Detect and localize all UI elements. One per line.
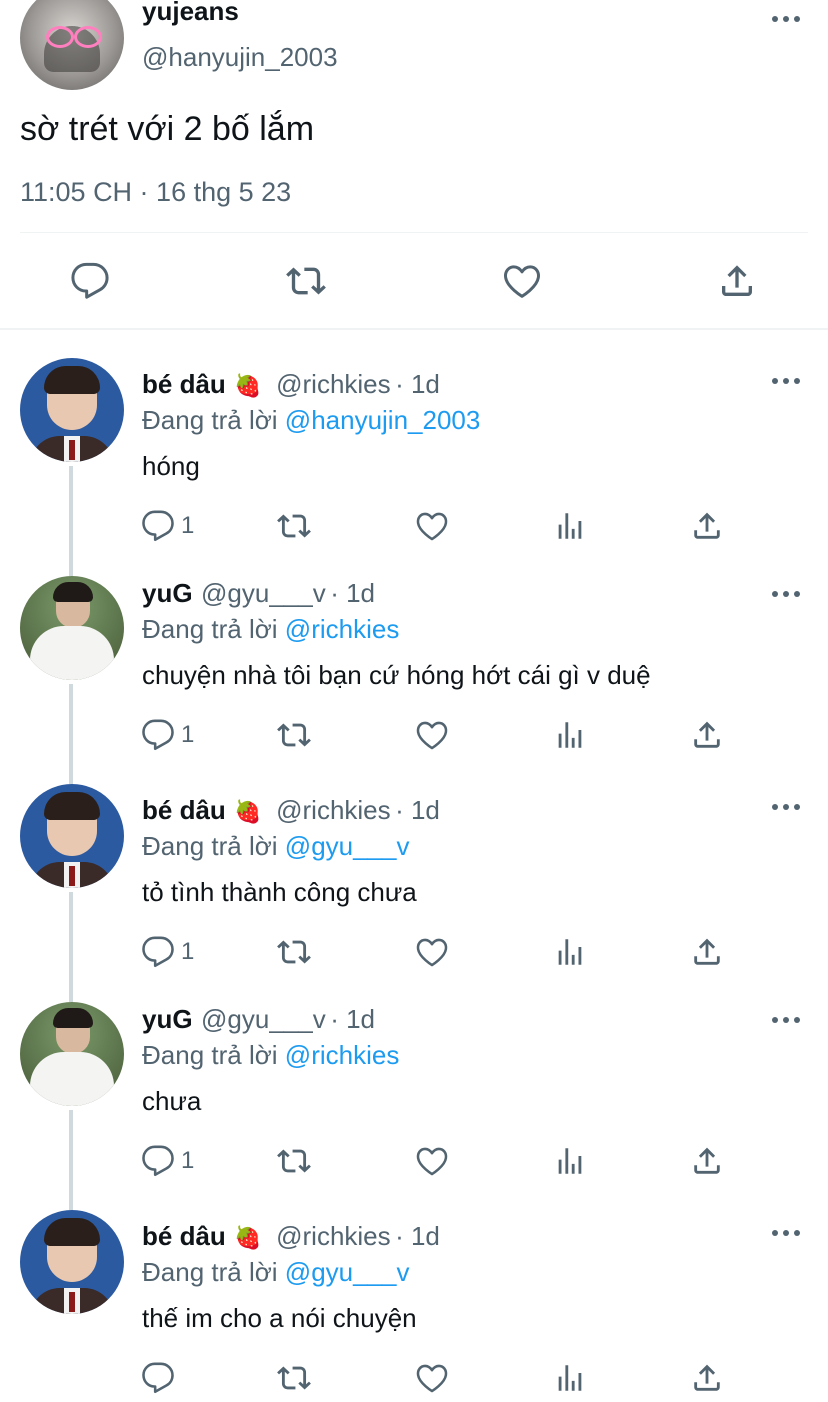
more-icon[interactable] [772, 589, 802, 599]
retweet-icon[interactable] [277, 509, 311, 543]
replying-to-prefix: Đang trả lời [142, 1257, 278, 1287]
avatar-yujeans[interactable] [20, 0, 124, 90]
views-icon[interactable] [553, 1361, 587, 1395]
divider [20, 232, 808, 233]
replying-to-prefix: Đang trả lời [142, 1040, 278, 1070]
share-icon[interactable] [690, 1361, 724, 1395]
share-icon[interactable] [690, 509, 724, 543]
reply-handle[interactable]: @richkies [276, 369, 391, 399]
replying-to-handle[interactable]: @gyu___v [285, 831, 410, 861]
reply-icon[interactable] [141, 1361, 175, 1395]
avatar-be-dau[interactable] [20, 1210, 124, 1314]
replying-to-handle[interactable]: @richkies [285, 614, 400, 644]
replying-to: Đang trả lời @richkies [142, 1038, 399, 1072]
avatar-yug[interactable] [20, 1002, 124, 1106]
more-icon[interactable] [772, 802, 802, 812]
reply-display-name[interactable]: yuG [142, 1004, 193, 1034]
share-icon[interactable] [690, 718, 724, 752]
reply-count: 1 [181, 1147, 195, 1174]
reply-count: 1 [181, 512, 195, 539]
reply-icon[interactable] [70, 261, 110, 301]
strawberry-emoji: 🍓 [234, 373, 262, 398]
reply-icon[interactable] [141, 718, 175, 752]
more-icon[interactable] [772, 1015, 802, 1025]
reply-icon[interactable] [141, 935, 175, 969]
strawberry-emoji: 🍓 [234, 1225, 262, 1250]
replying-to: Đang trả lời @gyu___v [142, 829, 410, 863]
reply-icon[interactable] [141, 1144, 175, 1178]
reply-display-name[interactable]: yuG [142, 578, 193, 608]
main-tweet-text: sờ trét với 2 bố lắm [20, 110, 315, 148]
more-icon[interactable] [772, 376, 802, 386]
thread-line [69, 684, 73, 784]
reply-display-name[interactable]: bé dâu [142, 1221, 226, 1251]
reply-handle[interactable]: @gyu___v [201, 578, 326, 608]
retweet-icon[interactable] [277, 1144, 311, 1178]
like-icon[interactable] [415, 935, 449, 969]
reply-time[interactable]: · 1d [330, 1004, 375, 1034]
retweet-icon[interactable] [277, 718, 311, 752]
replying-to-prefix: Đang trả lời [142, 405, 278, 435]
replying-to-prefix: Đang trả lời [142, 614, 278, 644]
reply-display-name[interactable]: bé dâu [142, 369, 226, 399]
like-icon[interactable] [415, 1361, 449, 1395]
thread-line [69, 1110, 73, 1210]
reply-count: 1 [181, 721, 195, 748]
like-icon[interactable] [502, 261, 542, 301]
reply-header: bé dâu 🍓 @richkies · 1d [142, 367, 440, 406]
replying-to-handle[interactable]: @gyu___v [285, 1257, 410, 1287]
avatar-be-dau[interactable] [20, 784, 124, 888]
strawberry-emoji: 🍓 [234, 799, 262, 824]
share-icon[interactable] [690, 935, 724, 969]
retweet-icon[interactable] [277, 935, 311, 969]
more-icon[interactable] [772, 1228, 802, 1238]
retweet-icon[interactable] [286, 261, 326, 301]
thread-line [69, 466, 73, 576]
main-display-name[interactable]: yujeans [142, 0, 239, 26]
reply-header: yuG @gyu___v · 1d [142, 576, 375, 615]
replying-to-prefix: Đang trả lời [142, 831, 278, 861]
reply-handle[interactable]: @richkies [276, 1221, 391, 1251]
reply-time[interactable]: · 1d [395, 1221, 440, 1251]
replying-to: Đang trả lời @richkies [142, 612, 399, 646]
avatar-be-dau[interactable] [20, 358, 124, 462]
retweet-icon[interactable] [277, 1361, 311, 1395]
like-icon[interactable] [415, 1144, 449, 1178]
reply-icon[interactable] [141, 509, 175, 543]
main-tweet-timestamp[interactable]: 11:05 CH · 16 thg 5 23 [20, 176, 291, 208]
reply-header: yuG @gyu___v · 1d [142, 1002, 375, 1041]
replying-to-handle[interactable]: @richkies [285, 1040, 400, 1070]
avatar-yug[interactable] [20, 576, 124, 680]
reply-handle[interactable]: @richkies [276, 795, 391, 825]
thread-line [69, 892, 73, 1002]
reply-header: bé dâu 🍓 @richkies · 1d [142, 1219, 440, 1258]
reply-header: bé dâu 🍓 @richkies · 1d [142, 793, 440, 832]
replying-to: Đang trả lời @gyu___v [142, 1255, 410, 1289]
reply-time[interactable]: · 1d [395, 369, 440, 399]
reply-handle[interactable]: @gyu___v [201, 1004, 326, 1034]
main-handle[interactable]: @hanyujin_2003 [142, 42, 338, 72]
reply-count: 1 [181, 938, 195, 965]
section-divider [0, 328, 828, 330]
replying-to-handle[interactable]: @hanyujin_2003 [285, 405, 481, 435]
views-icon[interactable] [553, 718, 587, 752]
reply-text: chuyện nhà tôi bạn cứ hóng hớt cái gì v … [142, 660, 651, 690]
reply-time[interactable]: · 1d [330, 578, 375, 608]
share-icon[interactable] [717, 261, 757, 301]
reply-text: chưa [142, 1086, 202, 1116]
reply-text: tỏ tình thành công chưa [142, 877, 417, 907]
like-icon[interactable] [415, 718, 449, 752]
reply-display-name[interactable]: bé dâu [142, 795, 226, 825]
more-icon[interactable] [772, 14, 802, 24]
share-icon[interactable] [690, 1144, 724, 1178]
reply-text: thế im cho a nói chuyện [142, 1303, 417, 1333]
like-icon[interactable] [415, 509, 449, 543]
views-icon[interactable] [553, 1144, 587, 1178]
reply-text: hóng [142, 451, 200, 481]
reply-time[interactable]: · 1d [395, 795, 440, 825]
views-icon[interactable] [553, 509, 587, 543]
replying-to: Đang trả lời @hanyujin_2003 [142, 403, 480, 437]
views-icon[interactable] [553, 935, 587, 969]
